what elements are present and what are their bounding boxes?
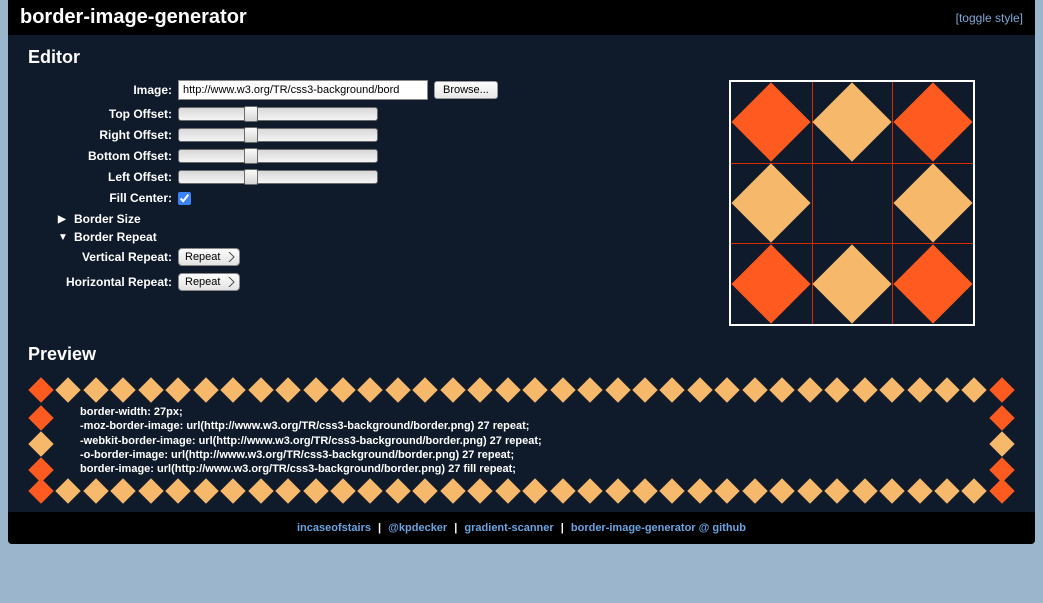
header-bar: border-image-generator [toggle style]	[8, 0, 1035, 35]
footer-link[interactable]: @kpdecker	[388, 522, 447, 534]
main-area: Editor Image: Browse... Top Offset: Righ…	[8, 35, 1035, 512]
row-horizontal-repeat: Horizontal Repeat: Repeat	[28, 273, 508, 291]
diamond-icon	[732, 163, 811, 242]
image-url-input[interactable]	[178, 80, 428, 100]
css-line: -webkit-border-image: url(http://www.w3.…	[80, 434, 987, 448]
slider-right-offset[interactable]	[178, 128, 378, 142]
slider-thumb[interactable]	[244, 169, 258, 185]
diamond-icon	[812, 244, 891, 323]
label-fill-center: Fill Center:	[28, 191, 178, 205]
tree-border-repeat[interactable]: ▼ Border Repeat	[58, 230, 508, 244]
controls-panel: Image: Browse... Top Offset: Right Offse…	[28, 80, 508, 298]
vertical-repeat-select[interactable]: Repeat	[178, 248, 240, 266]
label-right-offset: Right Offset:	[28, 128, 178, 142]
css-output-box: border-width: 27px; -moz-border-image: u…	[28, 377, 1015, 504]
footer-link[interactable]: border-image-generator @ github	[571, 522, 746, 534]
preview-section: Preview border-width: 27px; -moz-border-…	[28, 344, 1015, 504]
toggle-style-link[interactable]: [toggle style]	[956, 11, 1023, 25]
label-horizontal-repeat: Horizontal Repeat:	[28, 275, 178, 289]
diamond-icon	[893, 163, 972, 242]
label-left-offset: Left Offset:	[28, 170, 178, 184]
row-right-offset: Right Offset:	[28, 128, 508, 142]
css-line: -o-border-image: url(http://www.w3.org/T…	[80, 448, 987, 462]
row-fill-center: Fill Center:	[28, 191, 508, 205]
footer: incaseofstairs | @kpdecker | gradient-sc…	[8, 512, 1035, 544]
border-image-preview	[729, 80, 975, 326]
footer-link[interactable]: incaseofstairs	[297, 522, 371, 534]
css-line: border-width: 27px;	[80, 405, 987, 419]
tree-label-border-repeat: Border Repeat	[74, 230, 157, 244]
fill-center-checkbox[interactable]	[178, 192, 191, 205]
browse-button[interactable]: Browse...	[434, 81, 498, 99]
css-line: border-image: url(http://www.w3.org/TR/c…	[80, 462, 987, 476]
separator: |	[378, 522, 384, 534]
horizontal-repeat-select[interactable]: Repeat	[178, 273, 240, 291]
diamond-icon	[732, 83, 811, 162]
separator: |	[561, 522, 567, 534]
tree-label-border-size: Border Size	[74, 212, 141, 226]
slider-left-offset[interactable]	[178, 170, 378, 184]
tree-border-size[interactable]: ▶ Border Size	[58, 212, 508, 226]
css-lines: border-width: 27px; -moz-border-image: u…	[56, 405, 987, 476]
row-image: Image: Browse...	[28, 80, 508, 100]
image-preview-area	[548, 80, 1015, 326]
row-top-offset: Top Offset:	[28, 107, 508, 121]
diamond-icon	[812, 83, 891, 162]
diamond-icon	[732, 244, 811, 323]
label-top-offset: Top Offset:	[28, 107, 178, 121]
slider-thumb[interactable]	[244, 148, 258, 164]
app-container: border-image-generator [toggle style] Ed…	[8, 0, 1035, 544]
diamond-icon	[893, 83, 972, 162]
label-image: Image:	[28, 83, 178, 97]
row-bottom-offset: Bottom Offset:	[28, 149, 508, 163]
caret-right-icon: ▶	[58, 214, 68, 225]
label-bottom-offset: Bottom Offset:	[28, 149, 178, 163]
slider-thumb[interactable]	[244, 106, 258, 122]
footer-link[interactable]: gradient-scanner	[464, 522, 553, 534]
row-left-offset: Left Offset:	[28, 170, 508, 184]
diamond-icon	[893, 244, 972, 323]
slider-top-offset[interactable]	[178, 107, 378, 121]
label-vertical-repeat: Vertical Repeat:	[28, 250, 178, 264]
editor-heading: Editor	[28, 47, 1015, 68]
separator: |	[454, 522, 460, 534]
app-title: border-image-generator	[20, 6, 247, 29]
slider-bottom-offset[interactable]	[178, 149, 378, 163]
editor-area: Image: Browse... Top Offset: Right Offse…	[28, 80, 1015, 326]
slider-thumb[interactable]	[244, 127, 258, 143]
css-line: -moz-border-image: url(http://www.w3.org…	[80, 419, 987, 433]
row-vertical-repeat: Vertical Repeat: Repeat	[28, 248, 508, 266]
caret-down-icon: ▼	[58, 232, 68, 243]
preview-heading: Preview	[28, 344, 1015, 365]
